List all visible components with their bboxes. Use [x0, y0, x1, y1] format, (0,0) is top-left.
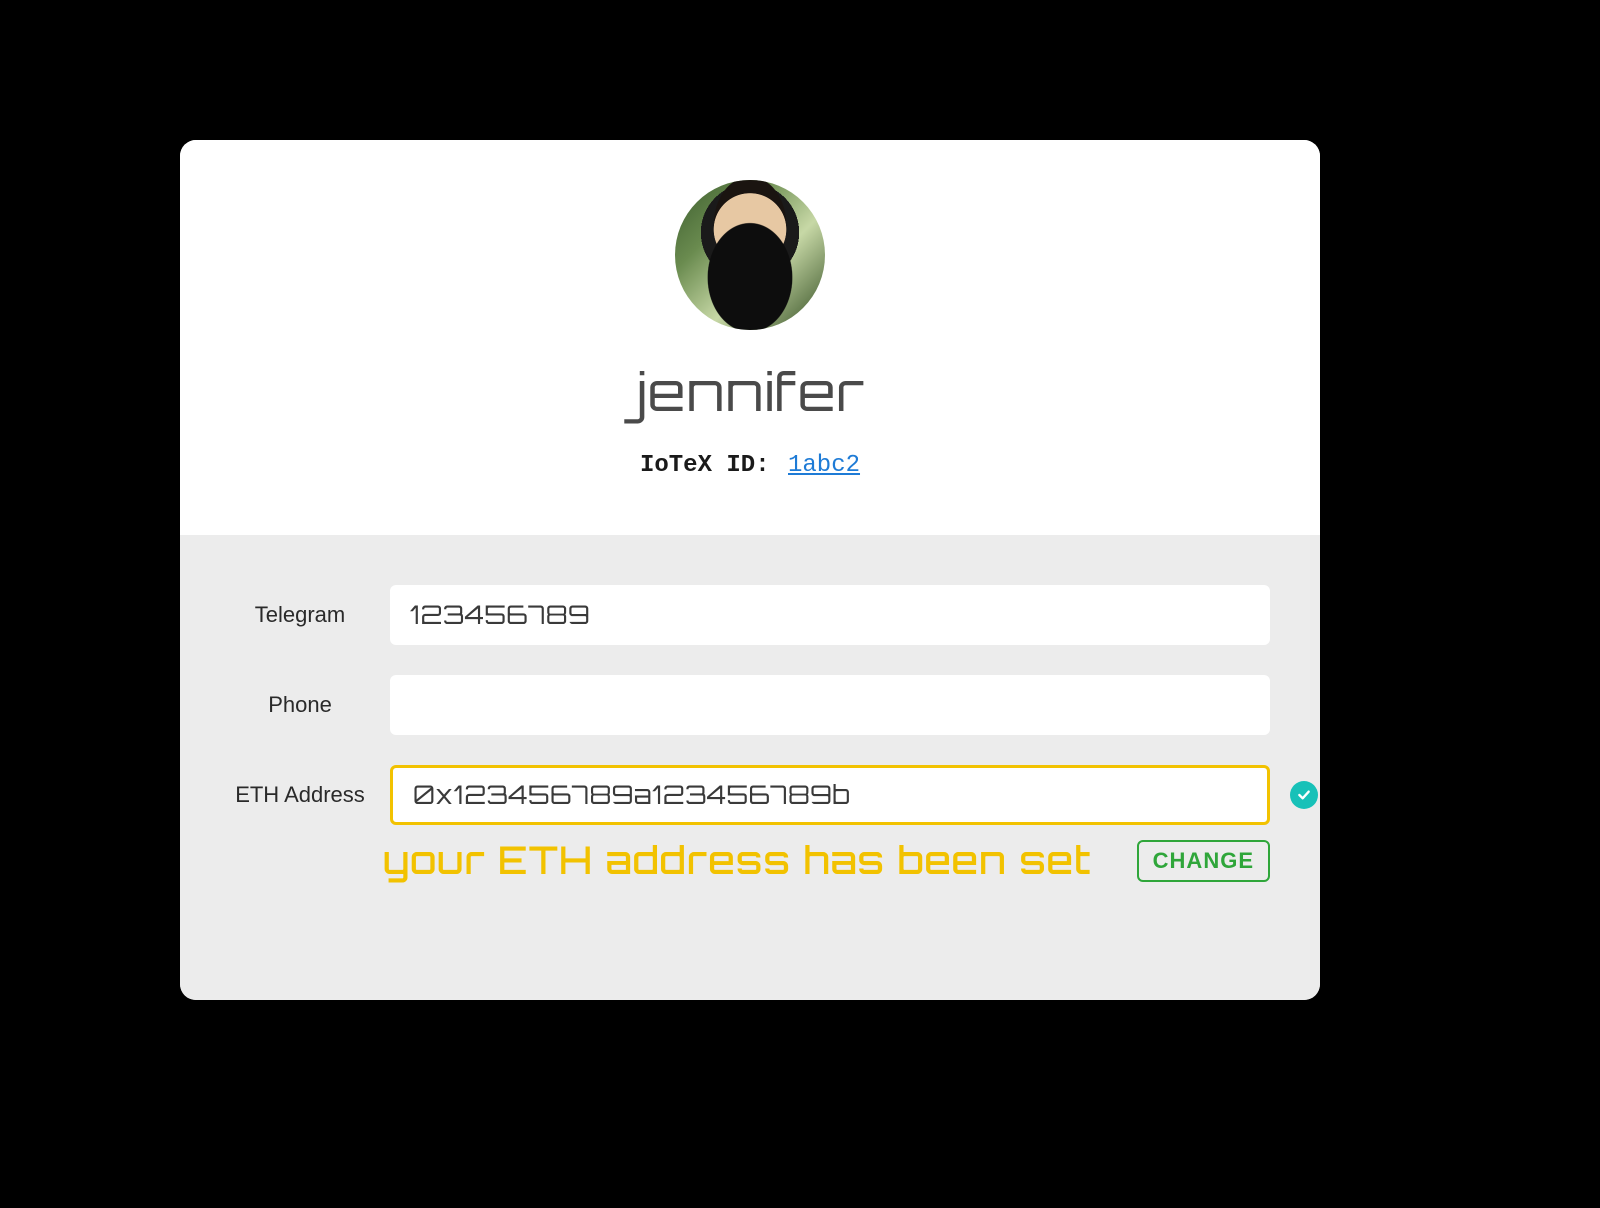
iotex-id-row: IoTeX ID: 1abc2 [640, 452, 860, 479]
iotex-id-link[interactable]: 1abc2 [788, 452, 860, 479]
eth-address-input[interactable]: 0x123456789a123456789b [390, 765, 1270, 825]
checkmark-icon [1296, 787, 1312, 803]
avatar-image [675, 180, 825, 330]
eth-status-row: your ETH address has been set CHANGE [390, 837, 1270, 884]
eth-label: ETH Address [210, 782, 390, 808]
phone-input[interactable] [390, 675, 1270, 735]
phone-row: Phone [210, 675, 1290, 735]
avatar [675, 180, 825, 330]
verified-icon [1290, 781, 1318, 809]
profile-header: jennifer IoTeX ID: 1abc2 [180, 140, 1320, 535]
username: jennifer [635, 358, 866, 424]
eth-status-message: your ETH address has been set [383, 837, 1092, 884]
phone-label: Phone [210, 692, 390, 718]
telegram-label: Telegram [210, 602, 390, 628]
profile-card: jennifer IoTeX ID: 1abc2 Telegram 123456… [180, 140, 1320, 1000]
telegram-input[interactable]: 123456789 [390, 585, 1270, 645]
iotex-id-label: IoTeX ID: [640, 452, 770, 479]
profile-form: Telegram 123456789 Phone ETH Address 0x1… [180, 535, 1320, 1000]
change-button[interactable]: CHANGE [1137, 840, 1270, 882]
eth-row: ETH Address 0x123456789a123456789b [210, 765, 1290, 825]
telegram-row: Telegram 123456789 [210, 585, 1290, 645]
